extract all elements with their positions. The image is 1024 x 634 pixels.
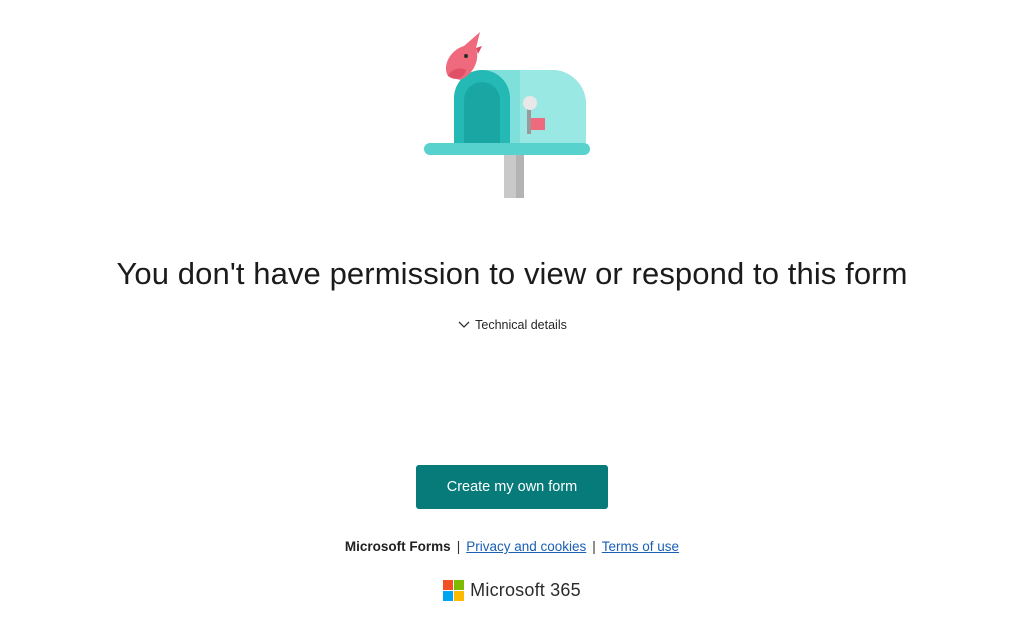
microsoft-365-brand: Microsoft 365 [0, 580, 1024, 601]
logo-square-green [454, 580, 465, 590]
footer-separator: | [592, 539, 596, 554]
logo-square-blue [443, 591, 454, 601]
mailbox-bird-illustration [420, 26, 595, 202]
page-title: You don't have permission to view or res… [116, 256, 908, 291]
microsoft-logo-icon [443, 580, 465, 601]
create-my-own-form-button[interactable]: Create my own form [416, 465, 608, 509]
footer-links: Microsoft Forms | Privacy and cookies | … [0, 539, 1024, 554]
logo-square-red [443, 580, 454, 590]
technical-details-toggle[interactable]: Technical details [0, 318, 1024, 332]
terms-of-use-link[interactable]: Terms of use [602, 539, 679, 554]
technical-details-label: Technical details [475, 318, 567, 332]
footer-separator: | [456, 539, 461, 554]
microsoft-365-label: Microsoft 365 [470, 580, 581, 600]
mailbox-icon [424, 32, 590, 198]
privacy-and-cookies-link[interactable]: Privacy and cookies [466, 539, 586, 554]
logo-square-yellow [454, 591, 465, 601]
chevron-down-icon [458, 321, 470, 328]
footer-brand: Microsoft Forms [344, 539, 451, 554]
